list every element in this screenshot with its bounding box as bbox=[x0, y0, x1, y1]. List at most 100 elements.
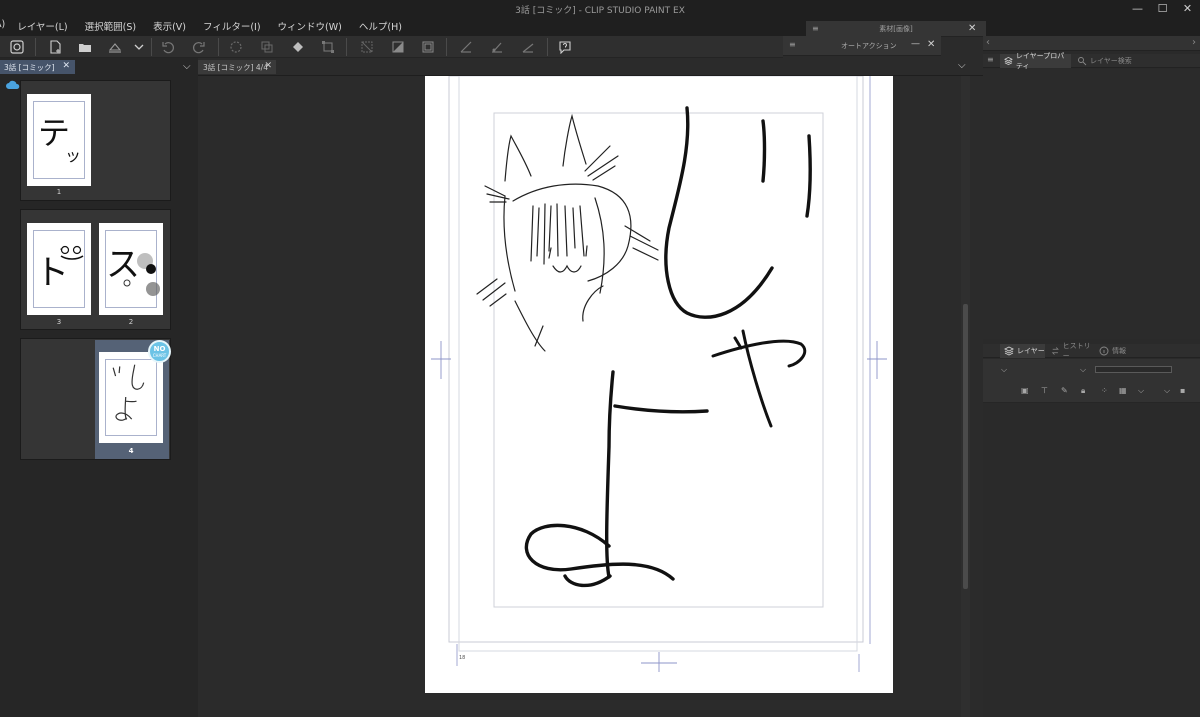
page-number-2: 2 bbox=[128, 318, 134, 326]
fill-bucket-icon[interactable] bbox=[290, 39, 306, 55]
property-tabs: ≡ レイヤープロパティ レイヤー検索 bbox=[983, 52, 1200, 70]
layer-tabs: レイヤー ヒストリー 情報 bbox=[983, 342, 1200, 360]
material-close-button[interactable]: ✕ bbox=[968, 23, 976, 34]
material-palette-header[interactable]: ≡ 素材[画像] ✕ bbox=[806, 21, 986, 37]
window-controls: — ☐ ✕ bbox=[1125, 0, 1200, 16]
app-title: 3話 [コミック] - CLIP STUDIO PAINT EX bbox=[515, 6, 685, 16]
close-window-button[interactable]: ✕ bbox=[1175, 0, 1200, 16]
layers-icon bbox=[1004, 56, 1013, 66]
snap-ruler-icon[interactable] bbox=[520, 39, 536, 55]
ruler-icon[interactable] bbox=[458, 39, 474, 55]
auto-action-menu-icon[interactable]: ≡ bbox=[789, 40, 796, 49]
layer-stack-icon bbox=[1004, 346, 1014, 356]
layer-view-chevron-icon[interactable]: ⌵ bbox=[1164, 386, 1170, 396]
tab-layer-search[interactable]: レイヤー検索 bbox=[1073, 54, 1133, 68]
vertical-scrollbar[interactable] bbox=[961, 76, 970, 717]
document-tab-close-icon[interactable]: ✕ bbox=[264, 61, 272, 71]
document-tab-label: 3話 [コミック] 4/4 bbox=[203, 63, 268, 72]
layer-list[interactable] bbox=[983, 404, 1200, 717]
transform-icon[interactable] bbox=[320, 39, 336, 55]
page-thumbnail-3[interactable]: ト ﾞ bbox=[27, 223, 91, 315]
layer-controls: ⌵ ⌵ ▣ ⊤ ✎ 🔒︎ ⁘ ▦ ⌵ ⌵ ▪ bbox=[983, 359, 1200, 403]
tab-info[interactable]: 情報 bbox=[1095, 344, 1135, 358]
page-thumbnail-1[interactable]: テ ッ bbox=[27, 94, 91, 186]
material-palette-title: 素材[画像] bbox=[879, 25, 913, 33]
layer-thumbnail-size-icon[interactable]: ▪ bbox=[1180, 386, 1185, 395]
new-file-icon[interactable] bbox=[47, 39, 63, 55]
page-number-1: 1 bbox=[56, 188, 62, 196]
chevron-down-icon[interactable]: ⌵ bbox=[183, 61, 191, 72]
property-menu-icon[interactable]: ≡ bbox=[987, 55, 994, 64]
canvas-drawing: 18 bbox=[431, 76, 887, 672]
title-menu-bar: 3話 [コミック] - CLIP STUDIO PAINT EX A) レイヤー… bbox=[0, 0, 1200, 36]
layer-mask-icon[interactable]: ▦ bbox=[1119, 386, 1127, 395]
auto-action-close-button[interactable]: ✕ bbox=[927, 39, 935, 50]
page-number-4: 4 bbox=[128, 447, 134, 455]
canvas-corner-mark: 18 bbox=[459, 655, 465, 661]
menu-item-window[interactable]: ウィンドウ(W) bbox=[278, 19, 342, 33]
vertical-scrollbar-thumb[interactable] bbox=[963, 304, 968, 589]
draft-layer-icon[interactable]: ✎ bbox=[1061, 386, 1068, 395]
help-icon[interactable] bbox=[557, 39, 573, 55]
opacity-slider[interactable] bbox=[1095, 366, 1172, 373]
redo-icon[interactable] bbox=[191, 39, 207, 55]
blend-mode-chevron-icon[interactable]: ⌵ bbox=[1001, 365, 1007, 375]
clipping-icon[interactable]: ⁘ bbox=[1101, 386, 1108, 395]
clear-selection-icon[interactable] bbox=[359, 39, 375, 55]
no-chart-badge: NO CHART bbox=[148, 340, 171, 363]
cloud-sync-icon[interactable] bbox=[6, 80, 20, 90]
layer-menu-chevron-icon[interactable]: ⌵ bbox=[1138, 386, 1144, 396]
tab-history[interactable]: ヒストリー bbox=[1047, 342, 1093, 360]
tab-layer[interactable]: レイヤー bbox=[1000, 344, 1045, 358]
invert-selection-icon[interactable] bbox=[390, 39, 406, 55]
reference-layer-icon[interactable]: ⊤ bbox=[1041, 386, 1048, 395]
document-tab[interactable]: 3話 [コミック] 4/4 ✕ bbox=[198, 60, 276, 74]
layer-color-icon[interactable]: ▣ bbox=[1021, 386, 1029, 395]
lock-icon[interactable]: 🔒︎ bbox=[1081, 386, 1085, 396]
dock-left-chevron-icon[interactable]: ‹ bbox=[986, 37, 990, 48]
auto-action-minimize-button[interactable]: — bbox=[911, 39, 920, 49]
opacity-chevron-icon[interactable]: ⌵ bbox=[1080, 365, 1086, 375]
thumb-1-glyph2: ッ bbox=[65, 146, 82, 165]
loading-spinner-icon[interactable] bbox=[228, 39, 244, 55]
open-folder-icon[interactable] bbox=[77, 39, 93, 55]
minimize-button[interactable]: — bbox=[1125, 0, 1150, 16]
thumb-4-drawing bbox=[112, 364, 145, 421]
right-palette-dock: ‹ › ≡ レイヤープロパティ レイヤー検索 レイヤー ヒストリー 情報 ⌵ ⌵ bbox=[983, 36, 1200, 717]
copy-icon[interactable] bbox=[259, 39, 275, 55]
menu-item-animation[interactable]: A) bbox=[0, 19, 5, 33]
dock-right-chevron-icon[interactable]: › bbox=[1192, 37, 1196, 48]
page-number-3: 3 bbox=[56, 318, 62, 326]
history-icon bbox=[1051, 347, 1059, 355]
canvas-page[interactable]: 18 bbox=[425, 76, 893, 693]
maximize-button[interactable]: ☐ bbox=[1150, 0, 1175, 16]
menu-item-selection[interactable]: 選択範囲(S) bbox=[85, 19, 136, 33]
right-dock-strip: ‹ › bbox=[983, 36, 1200, 51]
auto-action-title: オートアクション bbox=[841, 42, 897, 50]
page-thumbnail-2[interactable]: ス bbox=[99, 223, 163, 315]
menu-item-layer[interactable]: レイヤー(L) bbox=[17, 19, 67, 33]
layer-property-body bbox=[983, 69, 1200, 339]
document-chevron-down-icon[interactable]: ⌵ bbox=[958, 60, 966, 71]
page-thumbnail-4[interactable] bbox=[99, 352, 163, 443]
menu-item-filter[interactable]: フィルター(I) bbox=[203, 19, 261, 33]
menu-item-help[interactable]: ヘルプ(H) bbox=[359, 19, 402, 33]
menu-item-view[interactable]: 表示(V) bbox=[153, 19, 186, 33]
select-frame-icon[interactable] bbox=[420, 39, 436, 55]
auto-action-palette-header[interactable]: ≡ オートアクション — ✕ bbox=[783, 36, 941, 56]
info-icon bbox=[1099, 346, 1109, 356]
clip-studio-icon[interactable] bbox=[9, 39, 25, 55]
page-manager-tab-label: 3話 [コミック] bbox=[4, 63, 55, 72]
search-layer-icon bbox=[1078, 57, 1087, 66]
tab-layer-property[interactable]: レイヤープロパティ bbox=[1000, 52, 1071, 70]
thumb-3-doodle bbox=[60, 245, 84, 260]
main-menu: A) レイヤー(L) 選択範囲(S) 表示(V) フィルター(I) ウィンドウ(… bbox=[0, 19, 419, 33]
command-bar bbox=[0, 36, 783, 58]
thumb-2-doodle bbox=[123, 253, 160, 296]
save-dropdown-chevron-icon[interactable] bbox=[131, 39, 147, 55]
page-manager-tab[interactable]: 3話 [コミック] ✕ bbox=[0, 60, 75, 74]
undo-icon[interactable] bbox=[160, 39, 176, 55]
page-manager-tab-close-icon[interactable]: ✕ bbox=[62, 61, 70, 71]
save-icon[interactable] bbox=[107, 39, 123, 55]
perspective-ruler-icon[interactable] bbox=[489, 39, 505, 55]
